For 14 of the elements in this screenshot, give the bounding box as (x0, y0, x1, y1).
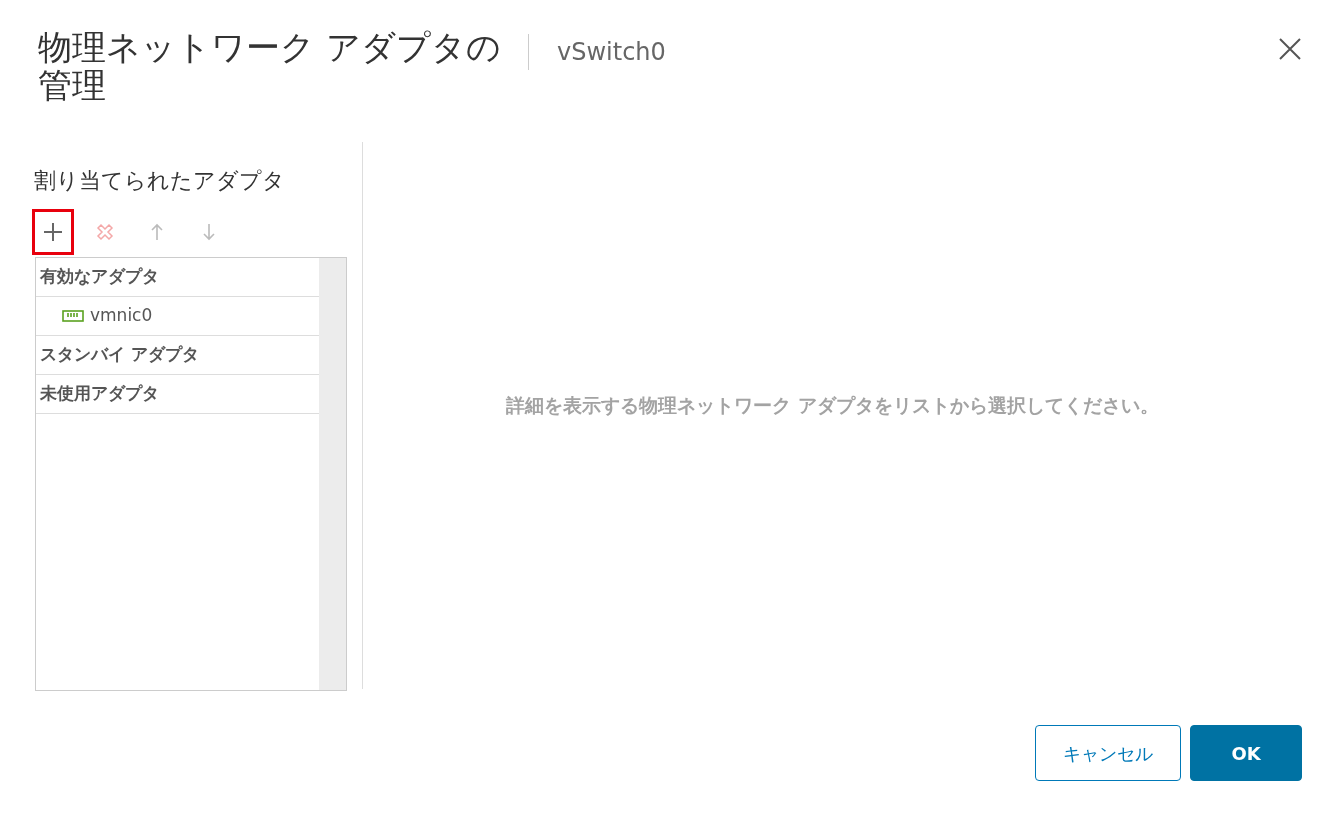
close-button[interactable] (1278, 36, 1302, 61)
panel-heading: 割り当てられたアダプタ (34, 167, 286, 195)
empty-message: 詳細を表示する物理ネットワーク アダプタをリストから選択してください。 (506, 393, 1159, 419)
close-icon (94, 221, 116, 243)
dialog-title: 物理ネットワーク アダプタの管理 (38, 28, 502, 104)
cancel-button[interactable]: キャンセル (1035, 725, 1181, 781)
network-card-icon (62, 309, 84, 323)
dialog-subtitle: vSwitch0 (557, 37, 666, 68)
arrow-down-icon (201, 222, 217, 242)
add-button[interactable] (32, 209, 74, 255)
ok-button[interactable]: OK (1190, 725, 1302, 781)
arrow-up-icon (149, 222, 165, 242)
adapter-item[interactable]: vmnic0 (36, 297, 319, 336)
plus-icon (42, 221, 64, 243)
